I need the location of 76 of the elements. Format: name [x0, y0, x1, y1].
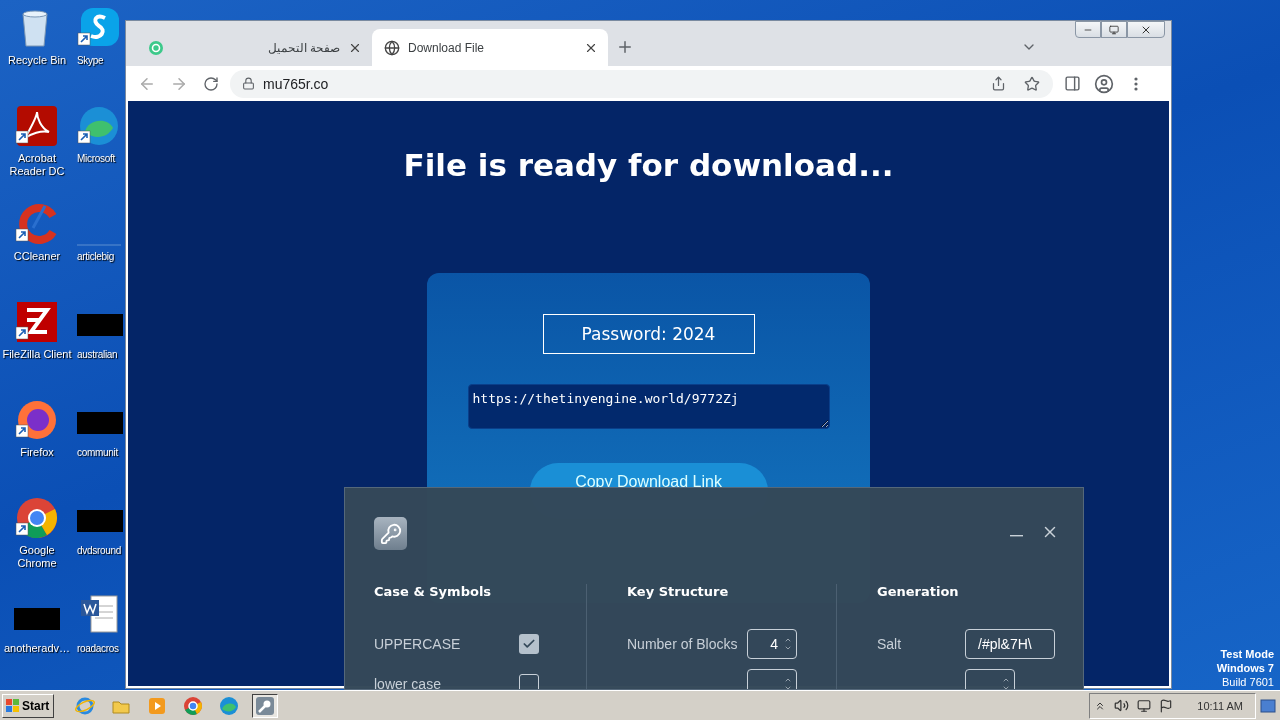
redacted-block	[77, 412, 123, 434]
browser-tab[interactable]: Download File	[372, 29, 608, 66]
text-field[interactable]: /#pl&7H\	[965, 629, 1055, 659]
password-box: Password: 2024	[542, 314, 755, 354]
option-label: UPPERCASE	[374, 636, 462, 652]
desktop-icon-label[interactable]: Google Chrome	[1, 544, 73, 570]
key-app-icon	[374, 517, 407, 550]
url-text: mu765r.co	[263, 75, 330, 92]
maximize-button[interactable]	[1101, 21, 1127, 38]
option-label: Salt	[877, 636, 903, 652]
desktop-icon-label[interactable]: FileZilla Client	[2, 348, 72, 361]
key-app-icon	[255, 695, 275, 716]
globe-icon	[384, 39, 400, 56]
side-panel-icon	[1063, 75, 1081, 92]
desktop-icon-label[interactable]: anotheradv…	[3, 642, 70, 655]
option-label: lower case	[374, 676, 442, 689]
desktop-icon-label[interactable]: articlebig	[77, 250, 115, 263]
tab-title: Download File	[408, 40, 486, 55]
page-heading: File is ready for download...	[403, 147, 894, 183]
redacted-block	[77, 510, 123, 532]
system-notice-text: Windows 7	[1216, 661, 1274, 675]
start-button[interactable]: Start	[2, 693, 54, 718]
section-title: Key Structure	[627, 584, 730, 601]
close-button[interactable]	[1127, 21, 1165, 38]
ie-browser-icon	[75, 695, 95, 716]
plus-icon	[616, 38, 634, 56]
desktop-icon-label[interactable]: CCleaner	[13, 250, 61, 263]
system-notice-text: Build 7601	[1222, 675, 1274, 689]
desktop-icon-label[interactable]: Microsoft	[77, 152, 115, 165]
show-desktop-icon[interactable]	[1260, 698, 1276, 713]
desktop-icon-label[interactable]: Firefox	[20, 446, 54, 459]
pdf-app-icon	[15, 104, 59, 148]
section-title: Generation	[877, 584, 960, 601]
desktop-icon-label[interactable]: Skype	[77, 54, 104, 67]
desktop-icon-label[interactable]: Recycle Bin	[7, 54, 67, 67]
desktop-icon-label[interactable]: roadacros	[77, 642, 119, 655]
tab-title: صفحة التحميل	[266, 40, 340, 55]
checkbox[interactable]	[519, 634, 539, 654]
system-notice-text: Test Mode	[1220, 647, 1274, 661]
share-icon	[990, 76, 1006, 91]
chrome-icon	[15, 496, 59, 540]
star-icon	[1024, 75, 1040, 92]
filezilla-icon	[15, 300, 59, 344]
link-field[interactable]: https://thetinyengine.world/9772Zj	[467, 384, 830, 429]
chrome-icon	[183, 695, 203, 716]
site-favicon-icon	[148, 39, 164, 56]
firefox-icon	[15, 398, 59, 442]
lock-icon	[242, 77, 255, 90]
redacted-block	[14, 608, 60, 630]
minimize-button[interactable]	[1075, 21, 1101, 38]
flag-icon[interactable]	[1159, 698, 1174, 713]
desktop-icon-label[interactable]: communit	[77, 446, 118, 459]
check-icon	[522, 637, 536, 651]
desktop-icon-label[interactable]: Acrobat Reader DC	[1, 152, 73, 178]
edge-icon	[77, 104, 121, 148]
windows-logo-icon	[6, 698, 20, 713]
edge-icon	[219, 695, 239, 716]
redacted-block	[77, 314, 123, 336]
clock-text[interactable]: 10:11 AM	[1197, 699, 1243, 712]
taskbar-app-button[interactable]	[252, 693, 278, 718]
profile-icon	[1094, 73, 1114, 94]
section-title: Case & Symbols	[374, 584, 493, 601]
number-field[interactable]: 4	[747, 629, 797, 659]
reload-icon	[203, 75, 219, 92]
desktop-icon-label[interactable]: dvdsround	[77, 544, 121, 557]
speaker-icon[interactable]	[1114, 698, 1130, 713]
brush-c-icon	[15, 202, 59, 246]
browser-tab[interactable]: صفحة التحميل	[136, 29, 372, 66]
network-icon[interactable]	[1137, 698, 1152, 713]
option-label: Number of Blocks	[627, 636, 739, 652]
desktop-icon-label[interactable]: australian	[77, 348, 118, 361]
restore-icon	[1109, 24, 1119, 35]
minimize-icon	[1010, 535, 1023, 537]
menu-icon	[1134, 76, 1138, 91]
media-player-icon	[147, 695, 167, 716]
address-bar[interactable]: mu765r.co	[230, 69, 1053, 98]
